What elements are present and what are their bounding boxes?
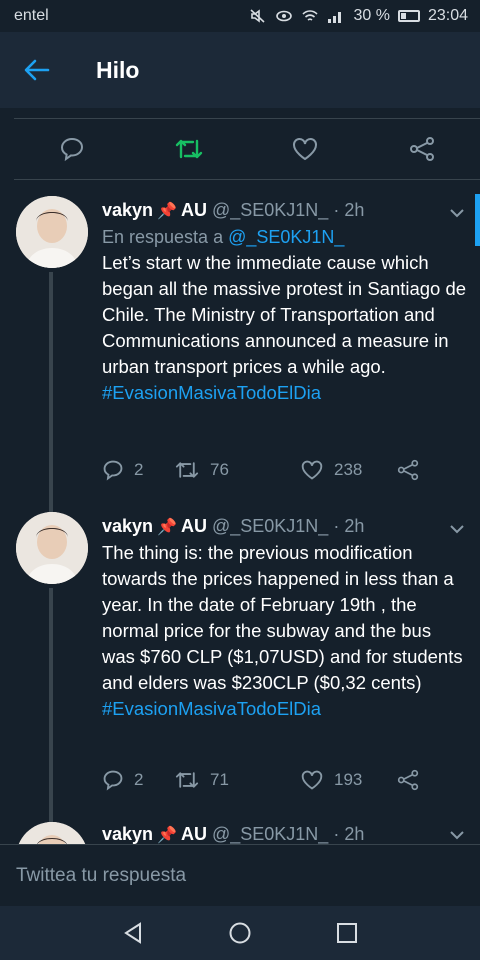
avatar-photo	[16, 196, 88, 268]
handle: @_SE0KJ1N_	[211, 516, 329, 536]
pushpin-icon: 📌	[157, 827, 177, 844]
timestamp: · 2h	[333, 200, 365, 220]
retweet-button[interactable]	[131, 119, 248, 179]
tweet-2[interactable]: vakyn 📌 AU @_SE0KJ1N_ · 2h The thing is: t…	[0, 512, 480, 824]
signal-icon	[328, 12, 342, 23]
page-title: Hilo	[96, 56, 140, 83]
retweet-button[interactable]: 76	[174, 459, 300, 481]
chevron-down-icon[interactable]	[448, 826, 466, 844]
hashtag-link[interactable]: #EvasionMasivaTodoElDia	[102, 696, 468, 722]
timestamp: · 2h	[333, 824, 365, 844]
handle: @_SE0KJ1N_	[211, 824, 329, 844]
tweet-3[interactable]: vakyn 📌 AU @_SE0KJ1N_ · 2h	[0, 822, 480, 844]
carrier-label: entel	[14, 7, 49, 24]
like-button[interactable]	[247, 119, 364, 179]
nav-back-icon[interactable]	[122, 921, 144, 945]
heart-icon	[301, 770, 323, 790]
avatar[interactable]	[16, 822, 88, 844]
reply-context: En respuesta a @_SE0KJ1N_	[102, 224, 468, 250]
retweet-icon	[175, 139, 202, 159]
display-name[interactable]: vakyn	[102, 516, 153, 536]
pushpin-icon: 📌	[157, 203, 177, 220]
mute-icon	[250, 9, 266, 23]
reply-prefix: En respuesta a	[102, 227, 224, 247]
retweet-button[interactable]: 71	[174, 769, 300, 791]
tweet-text: The thing is: the previous modification …	[102, 542, 463, 693]
display-name[interactable]: vakyn	[102, 824, 153, 844]
chevron-down-icon[interactable]	[448, 520, 466, 538]
reply-button[interactable]: 2	[102, 769, 174, 791]
retweet-count: 76	[210, 460, 229, 479]
like-count: 193	[334, 770, 363, 789]
reply-compose-field[interactable]: Twittea tu respuesta	[0, 844, 480, 906]
eye-icon	[276, 10, 293, 22]
main-tweet-action-bar	[14, 118, 480, 180]
wifi-icon	[302, 10, 319, 21]
tweet-1[interactable]: vakyn 📌 AU @_SE0KJ1N_ · 2h En respuesta a …	[0, 196, 480, 512]
share-icon	[409, 137, 434, 161]
avatar[interactable]	[16, 196, 88, 268]
display-name-suffix: AU	[180, 516, 207, 536]
nav-home-icon[interactable]	[228, 921, 252, 945]
reply-icon	[103, 460, 123, 481]
display-name-suffix: AU	[180, 824, 207, 844]
retweet-icon	[175, 462, 199, 478]
pushpin-icon: 📌	[157, 519, 177, 536]
display-name-suffix: AU	[180, 200, 207, 220]
back-arrow-icon	[24, 59, 50, 81]
like-button[interactable]: 238	[300, 459, 396, 481]
hashtag-link[interactable]: #EvasionMasivaTodoElDia	[102, 380, 468, 406]
thread-line	[49, 588, 53, 824]
status-bar: entel 30 % 23:04	[0, 0, 480, 32]
heart-icon	[293, 138, 318, 161]
thread-line	[49, 272, 53, 512]
tweet-header: vakyn 📌 AU @_SE0KJ1N_ · 2h	[102, 822, 468, 844]
tweet-actions: 2 76 238	[102, 455, 422, 485]
top-bar: Hilo	[0, 32, 480, 108]
chevron-down-icon[interactable]	[448, 204, 466, 222]
like-button[interactable]: 193	[300, 769, 396, 791]
reply-count: 2	[134, 770, 144, 789]
share-button[interactable]	[396, 459, 420, 481]
tweet-header: vakyn 📌 AU @_SE0KJ1N_ · 2h	[102, 514, 468, 540]
system-nav-bar	[0, 906, 480, 960]
timestamp: · 2h	[333, 516, 365, 536]
display-name[interactable]: vakyn	[102, 200, 153, 220]
share-button[interactable]	[364, 119, 480, 179]
share-button[interactable]	[396, 769, 420, 791]
battery-percent: 30 %	[353, 7, 390, 24]
reply-handle-link[interactable]: @_SE0KJ1N_	[228, 227, 344, 247]
battery-icon	[397, 10, 420, 22]
share-icon	[397, 769, 419, 791]
handle: @_SE0KJ1N_	[211, 200, 329, 220]
back-button[interactable]	[0, 32, 74, 108]
tweet-actions: 2 71 193	[102, 765, 422, 795]
tweet-text: Let’s start w the immediate cause which …	[102, 252, 467, 377]
clock: 23:04	[427, 7, 468, 24]
reply-icon	[61, 137, 84, 162]
tweet-header: vakyn 📌 AU @_SE0KJ1N_ · 2h	[102, 198, 468, 224]
heart-icon	[301, 460, 323, 480]
nav-recents-icon[interactable]	[336, 922, 358, 944]
retweet-icon	[175, 772, 199, 788]
retweet-count: 71	[210, 770, 229, 789]
share-icon	[397, 459, 419, 481]
reply-icon	[103, 770, 123, 791]
avatar-photo	[16, 512, 88, 584]
reply-count: 2	[134, 460, 144, 479]
avatar[interactable]	[16, 512, 88, 584]
like-count: 238	[334, 460, 363, 479]
avatar-photo	[16, 822, 88, 844]
reply-button[interactable]	[14, 119, 131, 179]
reply-button[interactable]: 2	[102, 459, 174, 481]
